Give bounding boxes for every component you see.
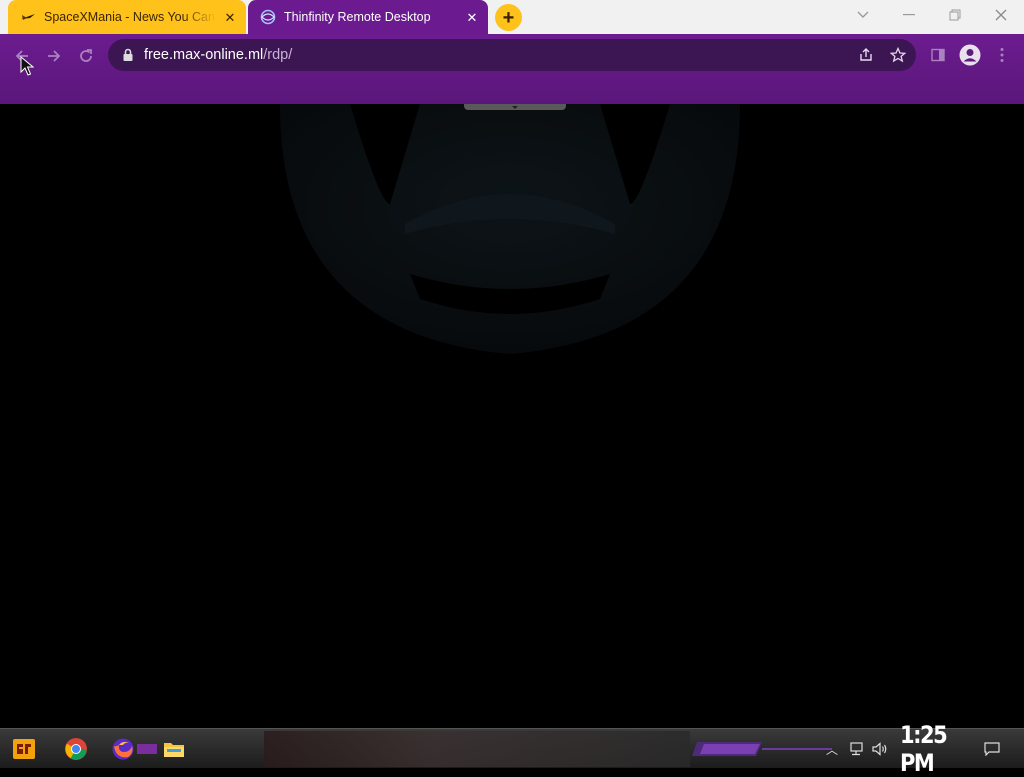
url-path: /rdp/: [263, 47, 293, 63]
star-icon: [890, 47, 906, 63]
firefox-window-preview-icon: [137, 744, 157, 754]
side-panel-icon: [931, 48, 945, 62]
new-tab-button[interactable]: +: [495, 4, 522, 31]
file-explorer-icon: [164, 743, 184, 757]
taskbar-clock[interactable]: 1:25 PM: [900, 721, 964, 776]
plus-icon: +: [502, 6, 515, 29]
browser-toolbar: free.max-online.ml/rdp/: [0, 34, 1024, 104]
close-window-button[interactable]: [981, 0, 1021, 30]
chevron-down-icon: [857, 11, 869, 18]
forward-button[interactable]: [40, 42, 68, 70]
taskbar-file-explorer[interactable]: [160, 735, 188, 763]
tab-search-button[interactable]: [843, 0, 883, 30]
mouse-cursor-icon: [20, 56, 34, 76]
menu-button[interactable]: [988, 41, 1016, 69]
restore-button[interactable]: [935, 0, 975, 30]
taskbar: ︿ 1:25 PM: [0, 721, 1024, 777]
url-host: free.max-online.ml: [144, 47, 264, 63]
volume-icon: [872, 742, 887, 756]
close-tab-icon[interactable]: ✕: [222, 9, 238, 25]
close-icon: [995, 9, 1007, 21]
minimize-icon: [903, 14, 915, 16]
lock-icon[interactable]: [120, 47, 136, 63]
url-text[interactable]: free.max-online.ml/rdp/: [144, 47, 292, 63]
avatar-icon: [959, 44, 981, 66]
action-center-icon: [984, 742, 1000, 756]
share-icon: [860, 48, 872, 61]
taskbar-firefox[interactable]: [108, 735, 162, 763]
taskbar-theme-decoration: [692, 742, 832, 756]
action-center-button[interactable]: [982, 739, 1002, 759]
volume-button[interactable]: [870, 739, 890, 759]
chrome-icon: [65, 738, 87, 760]
tab-spacexmania[interactable]: SpaceXMania - News You Can Trust ✕: [8, 0, 246, 34]
taskbar-chrome[interactable]: [62, 735, 90, 763]
taskbar-running-app-preview[interactable]: [264, 731, 690, 767]
spacex-icon: [21, 14, 35, 20]
network-button[interactable]: [846, 739, 866, 759]
side-panel-button[interactable]: [924, 41, 952, 69]
minimize-button[interactable]: [889, 0, 929, 30]
network-icon: [850, 742, 863, 756]
close-tab-icon[interactable]: ✕: [464, 9, 480, 25]
profile-button[interactable]: [956, 41, 984, 69]
start-button[interactable]: [10, 735, 38, 763]
bookmark-button[interactable]: [886, 43, 910, 67]
reload-button[interactable]: [72, 42, 100, 70]
tab-thinfinity[interactable]: Thinfinity Remote Desktop ✕: [248, 0, 488, 34]
firefox-icon: [112, 738, 134, 760]
share-button[interactable]: [854, 43, 878, 67]
reload-icon: [80, 49, 92, 62]
toolbar-pull-handle[interactable]: [464, 104, 566, 110]
tab-title: SpaceXMania - News You Can Trust: [44, 10, 216, 24]
kebab-menu-icon: [1000, 48, 1004, 62]
show-hidden-icons-chevron: ︿: [825, 742, 838, 757]
thinfinity-icon: [260, 9, 276, 25]
remote-desktop-viewport[interactable]: [0, 104, 1024, 728]
address-bar[interactable]: free.max-online.ml/rdp/: [108, 39, 916, 71]
start-logo-icon: [13, 739, 35, 759]
restore-icon: [949, 9, 961, 21]
show-hidden-icons-button[interactable]: ︿: [822, 739, 842, 759]
tab-title: Thinfinity Remote Desktop: [284, 10, 431, 24]
tab-strip: SpaceXMania - News You Can Trust ✕ Thinf…: [0, 0, 1024, 34]
forward-arrow-icon: [48, 50, 61, 62]
wallpaper-logo: [280, 104, 740, 354]
